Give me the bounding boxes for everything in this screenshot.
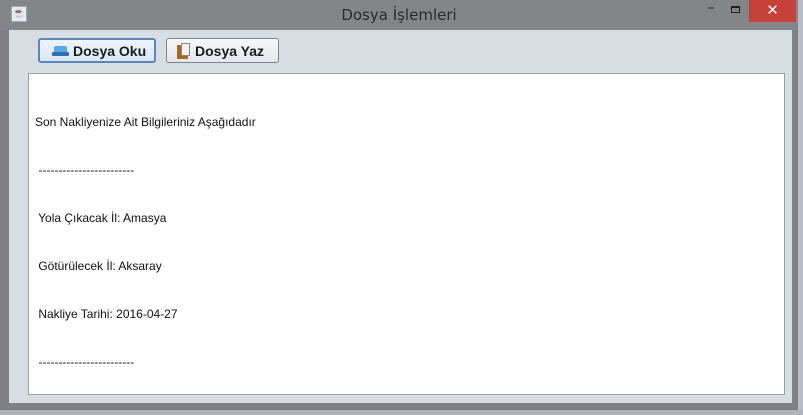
title-bar[interactable]: ☕ Dosya İşlemleri – ✕ — [0, 0, 798, 30]
maximize-icon — [731, 6, 740, 13]
output-text-area[interactable]: Son Nakliyenize Ait Bilgileriniz Aşağıda… — [28, 73, 785, 395]
read-file-label: Dosya Oku — [73, 42, 147, 59]
content-panel: Dosya Oku Dosya Yaz Son Nakliyenize Ait … — [9, 30, 792, 403]
background-edge — [798, 0, 803, 415]
maximize-button[interactable] — [724, 0, 748, 22]
window-bottom-border — [0, 403, 798, 410]
output-line-origin: Yola Çıkacak İl: Amasya — [35, 211, 167, 225]
window-title: Dosya İşlemleri — [341, 6, 457, 24]
output-line-separator: ------------------------ — [35, 355, 135, 369]
output-line-heading: Son Nakliyenize Ait Bilgileriniz Aşağıda… — [35, 115, 256, 129]
output-line-date: Nakliye Tarihi: 2016-04-27 — [35, 307, 178, 321]
app-window: ☕ Dosya İşlemleri – ✕ Dosya Oku Dosya Ya… — [0, 0, 798, 410]
minimize-button[interactable]: – — [699, 0, 723, 22]
write-file-button[interactable]: Dosya Yaz — [166, 38, 279, 63]
close-button[interactable]: ✕ — [749, 0, 796, 22]
write-file-label: Dosya Yaz — [195, 42, 265, 59]
read-file-button[interactable]: Dosya Oku — [38, 38, 156, 63]
clipboard-icon — [177, 42, 191, 59]
output-line-separator: ------------------------ — [35, 163, 135, 177]
background-edge-bottom — [0, 410, 803, 415]
output-line-destination: Götürülecek İl: Aksaray — [35, 259, 162, 273]
drive-icon — [52, 45, 69, 57]
